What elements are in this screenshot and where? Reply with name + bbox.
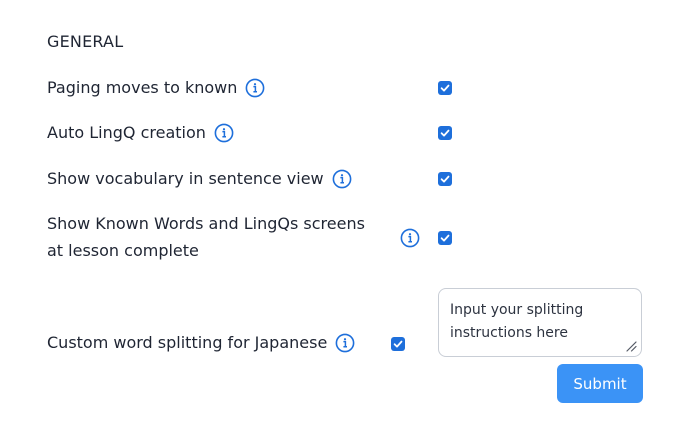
info-icon[interactable] [245, 78, 265, 98]
submit-button[interactable]: Submit [557, 364, 643, 403]
checkbox-paging[interactable] [438, 81, 452, 95]
checkbox-vocabulary[interactable] [438, 172, 452, 186]
info-icon[interactable] [335, 333, 355, 353]
checkmark-icon [440, 175, 450, 183]
setting-label-known-words-line2: at lesson complete [47, 241, 199, 260]
setting-label-auto-lingq: Auto LingQ creation [47, 123, 206, 142]
resize-grip-icon[interactable] [626, 341, 637, 352]
checkbox-japanese-splitting[interactable] [391, 337, 405, 351]
setting-row-vocabulary: Show vocabulary in sentence view [47, 165, 352, 192]
setting-label-paging: Paging moves to known [47, 78, 238, 97]
splitting-instructions-input[interactable] [438, 288, 642, 357]
info-icon[interactable] [332, 169, 352, 189]
setting-label-vocabulary: Show vocabulary in sentence view [47, 169, 324, 188]
checkbox-known-words[interactable] [438, 231, 452, 245]
setting-row-known-words: Show Known Words and LingQs screens at l… [47, 210, 365, 264]
checkbox-auto-lingq[interactable] [438, 126, 452, 140]
setting-row-auto-lingq: Auto LingQ creation [47, 119, 234, 146]
setting-row-paging: Paging moves to known [47, 74, 265, 101]
section-title: GENERAL [47, 32, 124, 51]
info-icon[interactable] [400, 228, 420, 248]
checkmark-icon [440, 84, 450, 92]
setting-label-known-words-line1: Show Known Words and LingQs screens [47, 214, 365, 233]
setting-row-japanese-splitting: Custom word splitting for Japanese [47, 329, 355, 356]
setting-label-japanese-splitting: Custom word splitting for Japanese [47, 333, 328, 352]
checkmark-icon [440, 234, 450, 242]
info-icon[interactable] [214, 123, 234, 143]
checkmark-icon [393, 340, 403, 348]
checkmark-icon [440, 129, 450, 137]
